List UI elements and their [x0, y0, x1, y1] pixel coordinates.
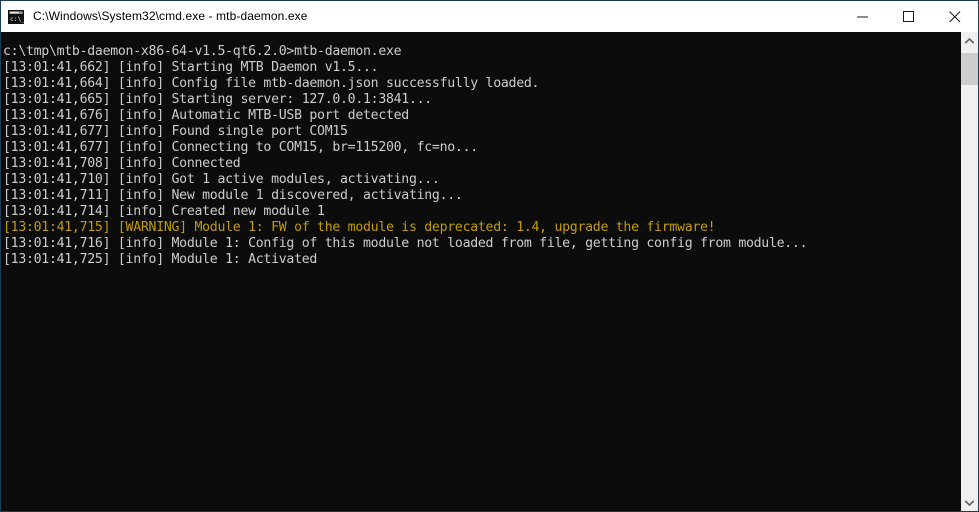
console-line: [13:01:41,711] [info] New module 1 disco…	[3, 188, 463, 203]
console-line: [13:01:41,714] [info] Created new module…	[3, 204, 325, 219]
console-line: [13:01:41,715] [WARNING] Module 1: FW of…	[3, 220, 716, 235]
console-line: [13:01:41,662] [info] Starting MTB Daemo…	[3, 60, 379, 75]
console-window: c:\_ C:\Windows\System32\cmd.exe - mtb-d…	[0, 0, 979, 512]
minimize-button[interactable]	[840, 1, 886, 32]
chevron-down-icon	[965, 499, 974, 506]
console-line: [13:01:41,677] [info] Connecting to COM1…	[3, 140, 478, 155]
console-output[interactable]: c:\tmp\mtb-daemon-x86-64-v1.5-qt6.2.0>mt…	[1, 32, 960, 511]
console-body: c:\tmp\mtb-daemon-x86-64-v1.5-qt6.2.0>mt…	[1, 32, 978, 511]
console-line: [13:01:41,716] [info] Module 1: Config o…	[3, 236, 808, 251]
minimize-icon	[857, 11, 869, 23]
console-line: [13:01:41,725] [info] Module 1: Activate…	[3, 252, 318, 267]
console-line: [13:01:41,710] [info] Got 1 active modul…	[3, 172, 440, 187]
window-controls	[840, 1, 978, 32]
console-line: [13:01:41,677] [info] Found single port …	[3, 124, 348, 139]
scrollbar-up-button[interactable]	[961, 32, 978, 49]
console-line: [13:01:41,708] [info] Connected	[3, 156, 241, 171]
vertical-scrollbar[interactable]	[960, 32, 978, 511]
scrollbar-thumb[interactable]	[961, 53, 978, 85]
maximize-icon	[903, 10, 915, 23]
close-icon	[949, 10, 961, 23]
scrollbar-track[interactable]	[961, 49, 978, 494]
maximize-button[interactable]	[886, 1, 932, 32]
console-line: [13:01:41,664] [info] Config file mtb-da…	[3, 76, 540, 91]
svg-text:c:\_: c:\_	[10, 16, 24, 23]
console-window-icon: c:\_	[8, 9, 25, 25]
title-bar[interactable]: c:\_ C:\Windows\System32\cmd.exe - mtb-d…	[1, 1, 978, 32]
chevron-up-icon	[965, 37, 974, 44]
window-title: C:\Windows\System32\cmd.exe - mtb-daemon…	[33, 9, 308, 23]
console-line: c:\tmp\mtb-daemon-x86-64-v1.5-qt6.2.0>mt…	[3, 44, 402, 59]
console-line: [13:01:41,665] [info] Starting server: 1…	[3, 92, 432, 107]
scrollbar-down-button[interactable]	[961, 494, 978, 511]
close-button[interactable]	[932, 1, 978, 32]
console-line: [13:01:41,676] [info] Automatic MTB-USB …	[3, 108, 409, 123]
